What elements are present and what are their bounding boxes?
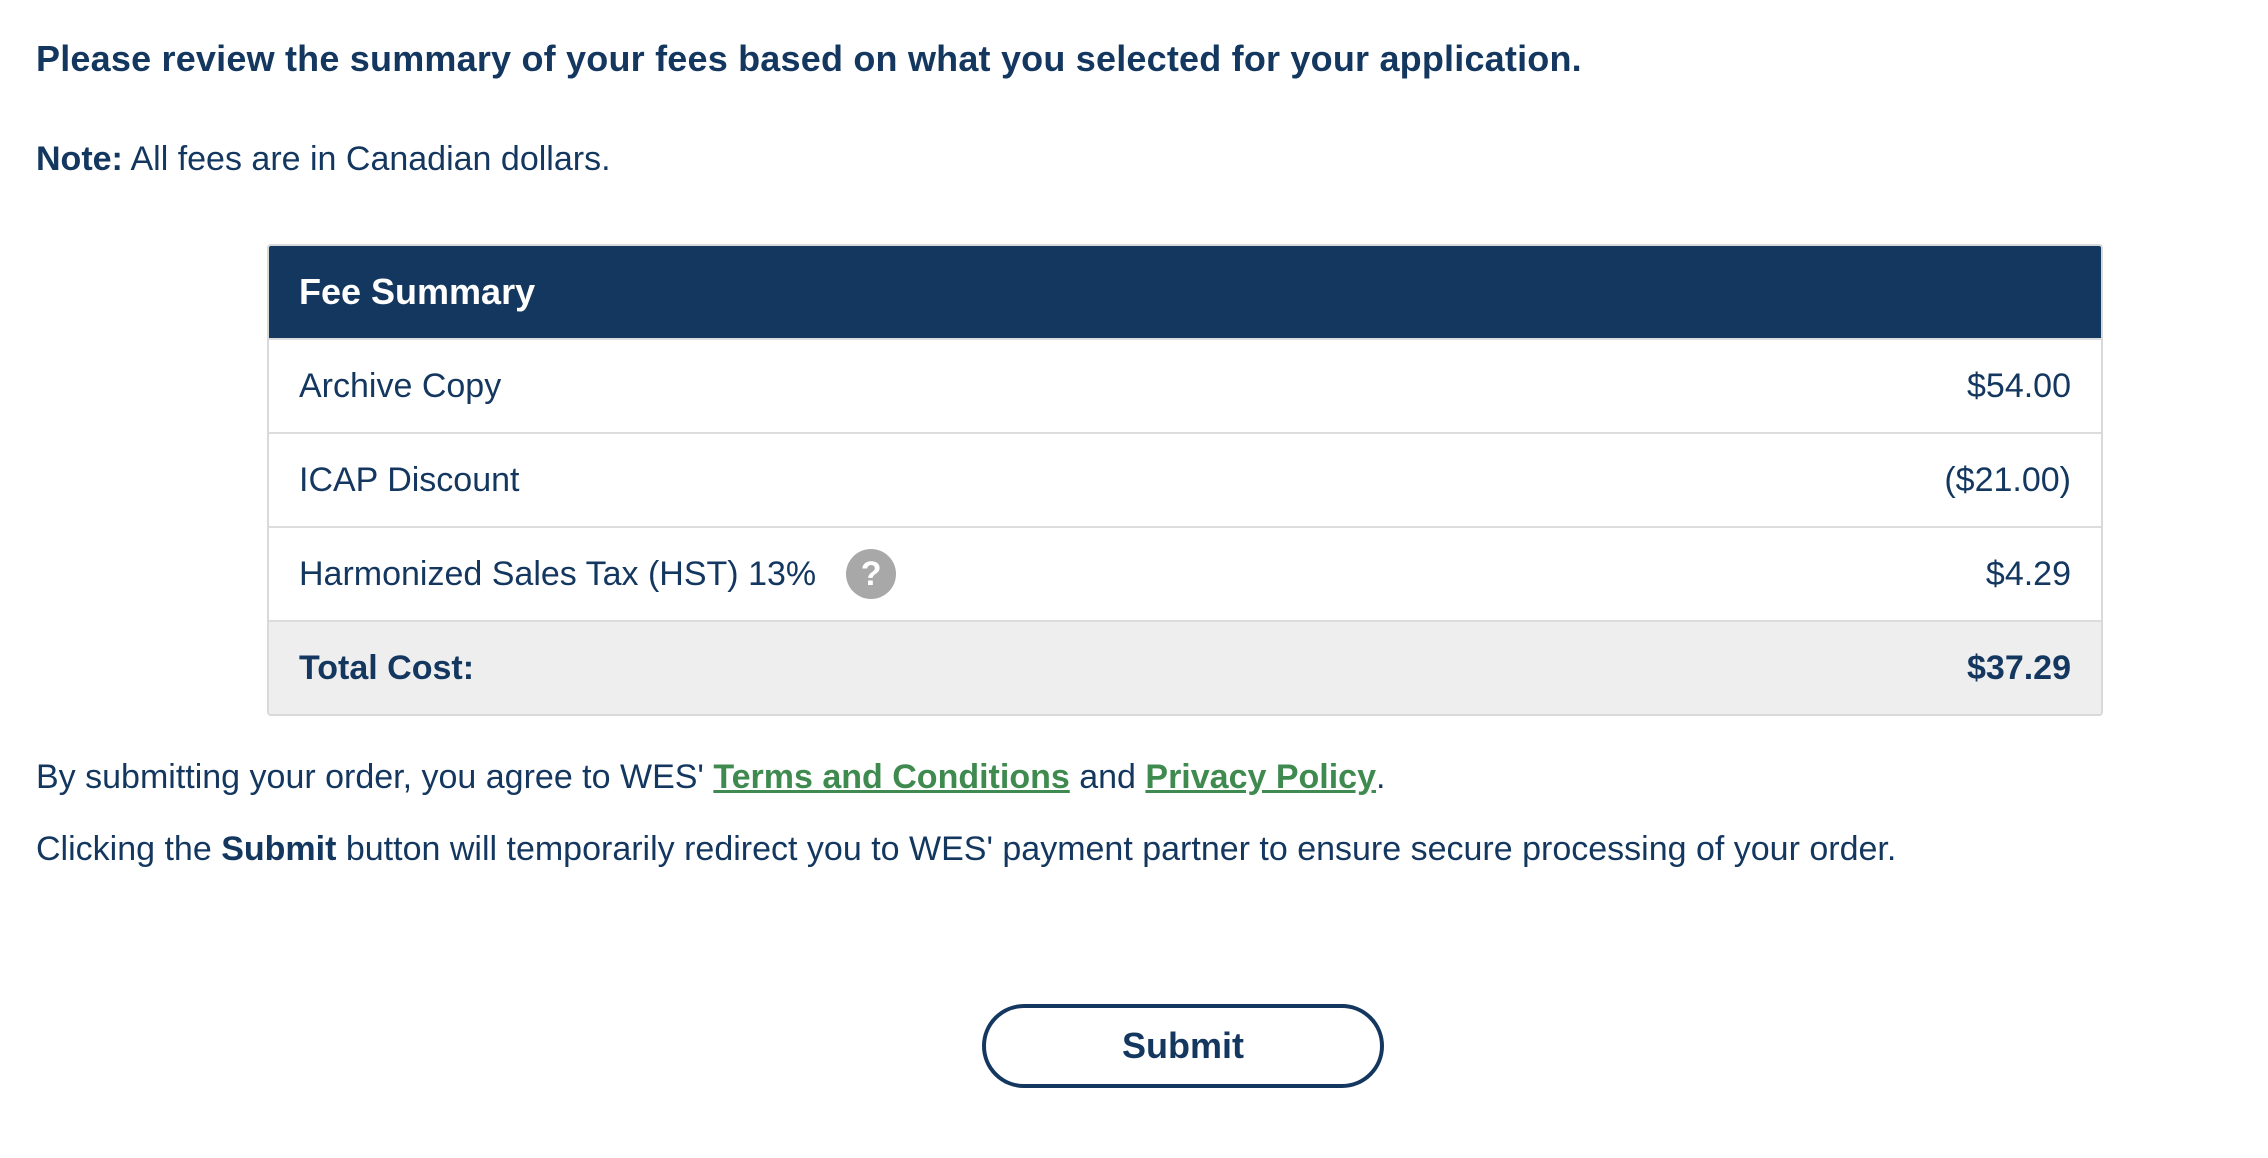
agreement-middle: and (1069, 758, 1146, 796)
fee-row-label: Archive Copy (299, 366, 502, 405)
total-label: Total Cost: (299, 648, 475, 687)
fee-row-amount: ($21.00) (1944, 460, 2071, 499)
note-text: All fees are in Canadian dollars. (122, 140, 611, 178)
fee-summary-table: Fee Summary Archive Copy $54.00 ICAP Dis… (267, 244, 2103, 716)
agreement-prefix: By submitting your order, you agree to W… (36, 758, 714, 796)
fee-row-amount: $4.29 (1985, 554, 2071, 593)
redirect-suffix: button will temporarily redirect you to … (336, 830, 1897, 868)
fee-row-label: ICAP Discount (299, 460, 520, 499)
terms-and-conditions-link[interactable]: Terms and Conditions (713, 758, 1069, 796)
redirect-submit-word: Submit (221, 830, 337, 868)
redirect-notice: Clicking the Submit button will temporar… (36, 830, 1896, 869)
fee-summary-title: Fee Summary (299, 271, 536, 312)
fee-summary-header: Fee Summary (269, 246, 2101, 338)
fee-row-hst: Harmonized Sales Tax (HST) 13% ? $4.29 (269, 526, 2101, 620)
total-amount: $37.29 (1967, 648, 2071, 687)
redirect-prefix: Clicking the (36, 830, 222, 868)
submit-button[interactable]: Submit (982, 1004, 1384, 1088)
fee-row-total: Total Cost: $37.29 (269, 620, 2101, 714)
currency-note: Note: All fees are in Canadian dollars. (36, 140, 611, 179)
page-heading: Please review the summary of your fees b… (36, 38, 1582, 79)
privacy-policy-link[interactable]: Privacy Policy (1145, 758, 1376, 796)
question-mark-icon[interactable]: ? (846, 549, 897, 599)
fee-row-archive-copy: Archive Copy $54.00 (269, 338, 2101, 432)
note-label: Note: (36, 140, 123, 178)
fee-row-amount: $54.00 (1967, 366, 2071, 405)
agreement-suffix: . (1376, 758, 1386, 796)
fee-row-icap-discount: ICAP Discount ($21.00) (269, 432, 2101, 526)
fee-row-label-group: Harmonized Sales Tax (HST) 13% ? (299, 549, 897, 599)
agreement-text: By submitting your order, you agree to W… (36, 758, 1385, 797)
fee-row-label: Harmonized Sales Tax (HST) 13% (299, 554, 817, 593)
